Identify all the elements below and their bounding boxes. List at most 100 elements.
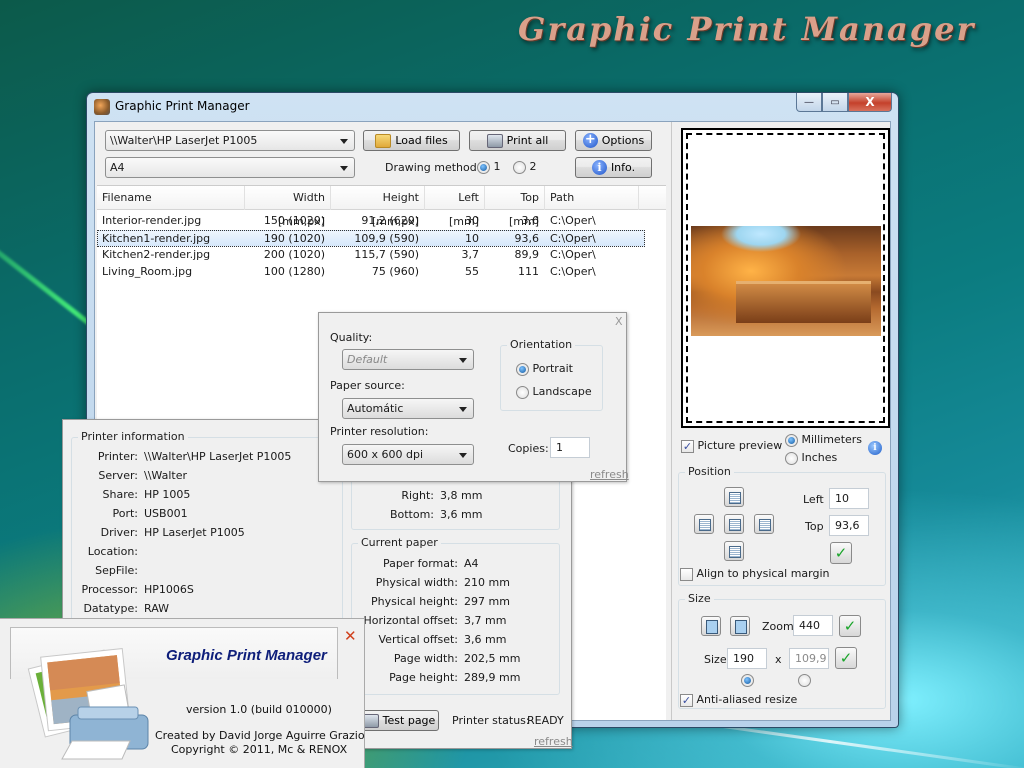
vertical-offset-key: Vertical offset: — [378, 633, 459, 646]
cell-top: 89,9 — [514, 248, 540, 261]
paper-format-value: A4 — [464, 557, 479, 570]
resolution-label: Printer resolution: — [330, 425, 429, 438]
maximize-button[interactable]: ▭ — [822, 93, 848, 112]
printer-status-label: Printer status: — [452, 714, 530, 727]
options-label: Options — [601, 134, 645, 147]
fit-height-button[interactable] — [701, 616, 721, 636]
align-center-button[interactable] — [724, 514, 744, 534]
info-button[interactable]: i Info. — [575, 157, 652, 178]
printer-select[interactable]: \\Walter\HP LaserJet P1005 — [105, 130, 355, 151]
info-icon: i — [591, 160, 607, 175]
print-all-button[interactable]: Print all — [469, 130, 566, 151]
align-margin-checkbox[interactable]: Align to physical margin — [680, 567, 830, 581]
about-copyright: Copyright © 2011, Mc & RENOX — [171, 743, 348, 756]
units-inches-radio[interactable]: Inches — [785, 451, 837, 465]
column-left[interactable]: Left [mm] — [425, 186, 485, 228]
quality-label: Quality: — [330, 331, 373, 344]
drawing-method-1-radio[interactable]: 1 — [477, 160, 501, 174]
folder-icon — [375, 133, 392, 148]
paper-select[interactable]: A4 — [105, 157, 355, 178]
physical-width-key: Physical width: — [375, 576, 458, 589]
minimize-button[interactable]: — — [796, 93, 822, 112]
left-input[interactable]: 10 — [829, 488, 869, 509]
portrait-radio[interactable]: Portrait — [516, 362, 573, 376]
fit-page-button[interactable] — [730, 616, 750, 636]
paper-source-select[interactable]: Automátic — [342, 398, 474, 419]
title-bar[interactable]: Graphic Print Manager — ▭ X — [87, 93, 898, 121]
align-left-button[interactable] — [694, 514, 714, 534]
align-top-button[interactable] — [724, 487, 744, 507]
file-row-selected[interactable]: Kitchen1-render.jpg 190 (1020) 109,9 (59… — [97, 230, 645, 247]
refresh-status-link[interactable]: refresh — [534, 735, 573, 748]
test-page-label: Test page — [382, 714, 436, 727]
lock-width-radio[interactable] — [741, 674, 754, 687]
current-paper-title: Current paper — [358, 536, 441, 549]
help-info-icon[interactable]: i — [868, 441, 882, 455]
resolution-select[interactable]: 600 x 600 dpi — [342, 444, 474, 465]
size-width-input[interactable]: 190 — [727, 648, 767, 669]
zoom-input[interactable]: 440 — [793, 615, 833, 636]
horizontal-offset-key: Horizontal offset: — [363, 614, 459, 627]
file-row[interactable]: Kitchen2-render.jpg 200 (1020) 115,7 (59… — [97, 247, 645, 264]
picture-preview-checkbox[interactable]: ✓ Picture preview — [681, 439, 782, 453]
top-label: Top — [805, 520, 824, 533]
desktop-brand-title: Graphic Print Manager — [518, 10, 976, 48]
top-input[interactable]: 93,6 — [829, 515, 869, 536]
chevron-down-icon — [340, 166, 348, 171]
align-bottom-button[interactable] — [724, 541, 744, 561]
cell-filename: Interior-render.jpg — [102, 214, 202, 227]
refresh-options-link[interactable]: refresh — [590, 468, 629, 481]
apply-zoom-button[interactable]: ✓ — [839, 615, 861, 637]
align-right-button[interactable] — [754, 514, 774, 534]
units-millimeters-radio[interactable]: Millimeters — [785, 433, 862, 447]
column-filename[interactable]: Filename — [97, 186, 245, 210]
paper-format-key: Paper format: — [382, 557, 458, 570]
lock-height-radio[interactable] — [798, 674, 811, 687]
checkmark-icon: ✓ — [839, 649, 853, 667]
page-height-value: 289,9 mm — [464, 671, 521, 684]
apply-size-button[interactable]: ✓ — [835, 647, 857, 669]
close-button[interactable]: X — [848, 93, 892, 112]
anti-aliased-label: Anti-aliased resize — [696, 693, 798, 706]
copies-input[interactable]: 1 — [550, 437, 590, 458]
file-row[interactable]: Interior-render.jpg 150 (1020) 91,2 (620… — [97, 213, 645, 230]
about-title: Graphic Print Manager — [166, 647, 327, 664]
size-group-title: Size — [685, 592, 714, 605]
page-width-value: 202,5 mm — [464, 652, 521, 665]
quality-select[interactable]: Default — [342, 349, 474, 370]
cell-left: 3,7 — [461, 248, 480, 261]
load-files-button[interactable]: Load files — [363, 130, 460, 151]
cell-width: 190 (1020) — [263, 232, 325, 245]
cell-filename: Kitchen1-render.jpg — [102, 232, 211, 245]
test-page-button[interactable]: Test page — [359, 710, 439, 731]
quality-value: Default — [347, 353, 388, 366]
preview-image[interactable] — [691, 226, 881, 336]
physical-height-value: 297 mm — [464, 595, 510, 608]
window-title: Graphic Print Manager — [115, 99, 250, 113]
column-width[interactable]: Width [mm,px] — [245, 186, 331, 228]
chevron-down-icon — [340, 139, 348, 144]
column-top[interactable]: Top [mm] — [485, 186, 545, 228]
about-close-icon[interactable]: ✕ — [344, 627, 357, 645]
printer-options-popup: X Quality: Default Paper source: Automát… — [318, 312, 629, 482]
column-path[interactable]: Path — [545, 186, 639, 210]
landscape-radio[interactable]: Landscape — [516, 385, 592, 399]
file-row[interactable]: Living_Room.jpg 100 (1280) 75 (960) 55 1… — [97, 264, 645, 281]
about-author: Created by David Jorge Aguirre Grazio — [155, 729, 365, 742]
column-height[interactable]: Height [mm,px] — [331, 186, 425, 228]
processor-key: Processor: — [81, 583, 139, 596]
driver-key: Driver: — [100, 526, 138, 539]
anti-aliased-checkbox[interactable]: ✓ Anti-aliased resize — [680, 693, 797, 707]
checkbox-checked-icon: ✓ — [680, 693, 693, 707]
printer-value: \\Walter\HP LaserJet P1005 — [144, 450, 292, 463]
radio-checked-icon — [785, 433, 798, 447]
apply-position-button[interactable]: ✓ — [830, 542, 852, 564]
size-height-input[interactable]: 109,9 — [789, 648, 829, 669]
cell-path: C:\Oper\ — [550, 232, 596, 245]
cell-height: 91,2 (620) — [361, 214, 419, 227]
close-options-button[interactable]: X — [615, 315, 623, 328]
checkmark-icon: ✓ — [834, 544, 848, 562]
drawing-method-2-radio[interactable]: 2 — [513, 160, 537, 174]
options-button[interactable]: + Options — [575, 130, 652, 151]
zoom-label: Zoom — [762, 620, 794, 633]
